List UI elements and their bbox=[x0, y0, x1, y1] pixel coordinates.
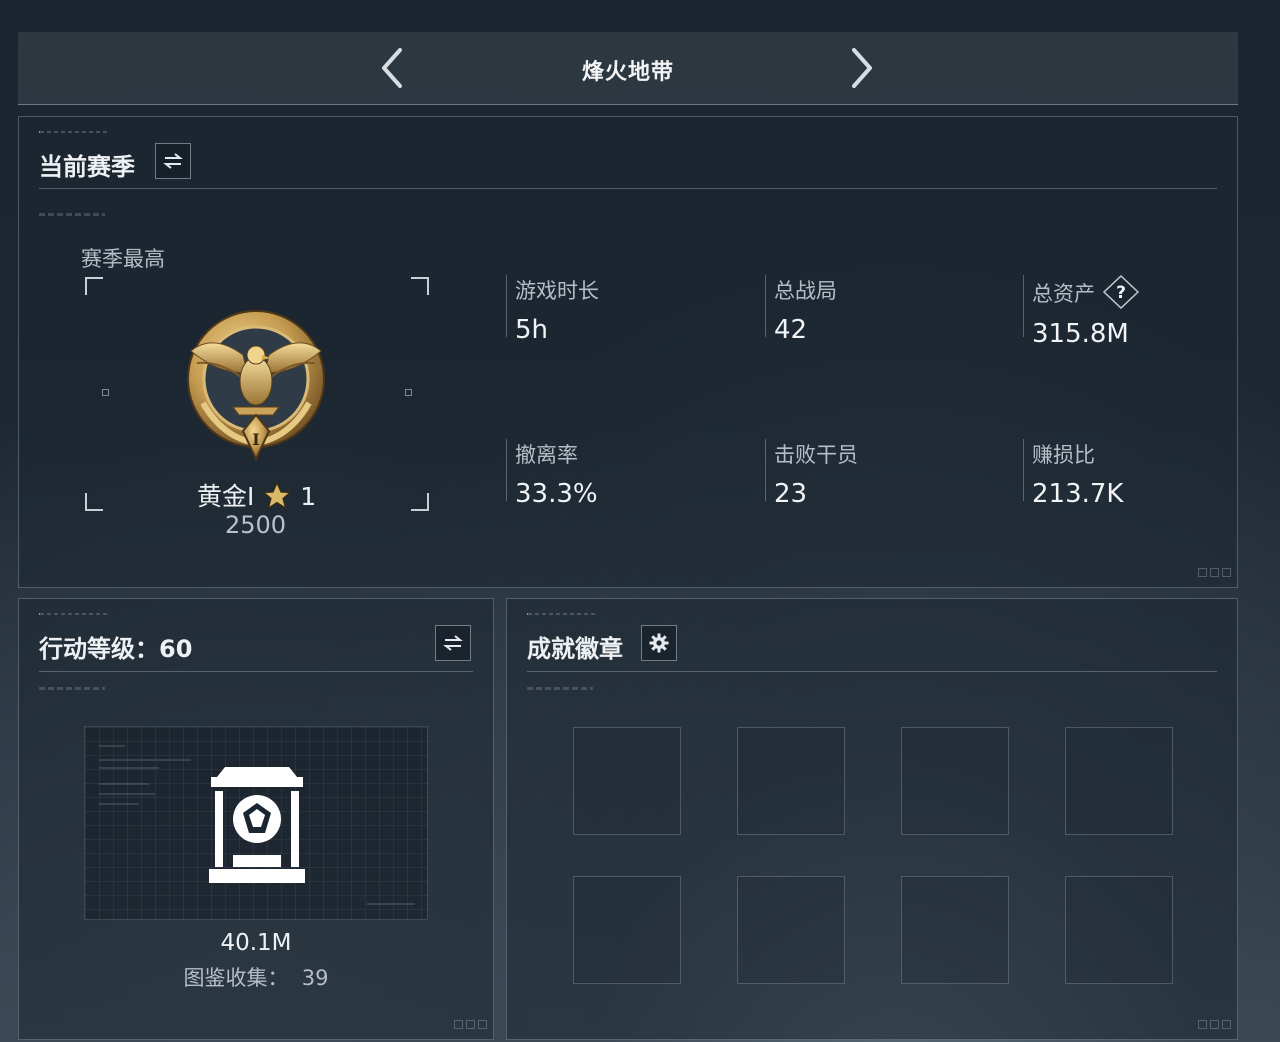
decorative-text-line bbox=[99, 767, 159, 769]
action-level-title: 行动等级：60 bbox=[39, 635, 193, 663]
badge-slot[interactable] bbox=[573, 876, 681, 984]
decorative-text-line bbox=[99, 745, 125, 747]
mode-title: 烽火地带 bbox=[581, 60, 674, 85]
frame-corner bbox=[85, 277, 103, 295]
decorative-corner-dots bbox=[1195, 562, 1231, 581]
stat-value: 42 bbox=[774, 315, 808, 345]
badge-slot[interactable] bbox=[1065, 727, 1173, 835]
frame-corner bbox=[411, 493, 429, 511]
stat-value: 5h bbox=[515, 315, 549, 345]
collection-display[interactable] bbox=[84, 726, 428, 920]
frame-corner bbox=[85, 493, 103, 511]
badge-slot[interactable] bbox=[573, 727, 681, 835]
badge-slot[interactable] bbox=[737, 727, 845, 835]
decorative-text-line bbox=[99, 783, 149, 785]
season-title: 当前赛季 bbox=[39, 153, 135, 181]
achievements-settings-button[interactable] bbox=[641, 625, 677, 661]
stat-profit-loss-ratio: 赚损比 213.7K bbox=[1023, 439, 1123, 509]
stat-label: 击败干员 bbox=[774, 443, 858, 467]
swap-icon bbox=[163, 153, 183, 169]
decorative-text-line bbox=[367, 903, 415, 905]
season-divider bbox=[39, 188, 1217, 189]
stat-value: 33.3% bbox=[515, 479, 598, 509]
badge-slot[interactable] bbox=[901, 727, 1009, 835]
decorative-microtext bbox=[39, 213, 105, 216]
decorative-microtext bbox=[527, 687, 593, 690]
action-level-swap-button[interactable] bbox=[435, 625, 471, 661]
stat-label: 撤离率 bbox=[515, 443, 578, 467]
achievements-panel: 成就徽章 bbox=[506, 598, 1238, 1040]
stat-total-matches: 总战局 42 bbox=[765, 275, 837, 345]
achievements-title: 成就徽章 bbox=[527, 635, 623, 663]
rank-stars: 1 bbox=[300, 482, 317, 511]
decorative-text-line bbox=[99, 803, 139, 805]
decorative-corner-dots bbox=[1195, 1014, 1231, 1033]
stat-value: 315.8M bbox=[1032, 319, 1129, 349]
frame-corner bbox=[411, 277, 429, 295]
decorative-microtext bbox=[39, 131, 110, 133]
badge-slot[interactable] bbox=[737, 876, 845, 984]
decorative-microtext bbox=[527, 613, 598, 615]
rank-name: 黄金I bbox=[197, 482, 255, 511]
rank-score: 2500 bbox=[225, 511, 287, 539]
mode-header: 烽火地带 bbox=[18, 32, 1238, 105]
stat-extract-rate: 撤离率 33.3% bbox=[506, 439, 598, 509]
badge-slot[interactable] bbox=[901, 876, 1009, 984]
frame-marker bbox=[102, 389, 109, 396]
decorative-corner-dots bbox=[451, 1014, 487, 1033]
stat-label: 赚损比 bbox=[1032, 443, 1095, 467]
stat-value: 213.7K bbox=[1032, 479, 1124, 509]
current-season-panel: 当前赛季 赛季最高 I 黄金I 1 2500 游戏时长 5h 总战局 42 总资… bbox=[18, 116, 1238, 588]
stat-play-time: 游戏时长 5h bbox=[506, 275, 599, 345]
season-highest-label: 赛季最高 bbox=[81, 247, 165, 271]
swap-icon bbox=[443, 635, 463, 651]
chevron-right-icon bbox=[852, 48, 872, 88]
season-swap-button[interactable] bbox=[155, 143, 191, 179]
collection-count: 图鉴收集： 39 bbox=[183, 966, 329, 990]
stat-value: 23 bbox=[774, 479, 808, 509]
decorative-microtext bbox=[39, 687, 105, 690]
action-level-divider bbox=[39, 671, 473, 672]
svg-text:I: I bbox=[252, 430, 259, 449]
achievements-divider bbox=[527, 671, 1217, 672]
collection-value: 40.1M bbox=[220, 930, 292, 956]
stat-label: 总战局 bbox=[774, 279, 837, 303]
rank-name-row: 黄金I 1 bbox=[197, 477, 316, 513]
collection-case-icon bbox=[209, 767, 305, 883]
stat-total-assets: 总资产 ? 315.8M bbox=[1023, 274, 1140, 349]
question-icon[interactable]: ? bbox=[1102, 274, 1140, 310]
star-icon bbox=[262, 481, 292, 510]
gear-icon bbox=[649, 633, 669, 653]
decorative-text-line bbox=[99, 793, 155, 795]
badge-slot[interactable] bbox=[1065, 876, 1173, 984]
svg-text:?: ? bbox=[1116, 283, 1126, 303]
stat-label: 游戏时长 bbox=[515, 279, 599, 303]
gold-rank-emblem: I bbox=[187, 310, 325, 462]
stat-label-row: 总资产 ? bbox=[1032, 274, 1140, 310]
stat-operators-defeated: 击败干员 23 bbox=[765, 439, 858, 509]
next-mode-button[interactable] bbox=[840, 46, 884, 90]
decorative-text-line bbox=[99, 759, 191, 761]
decorative-microtext bbox=[39, 613, 110, 615]
frame-marker bbox=[405, 389, 412, 396]
stat-label: 总资产 bbox=[1032, 282, 1095, 306]
